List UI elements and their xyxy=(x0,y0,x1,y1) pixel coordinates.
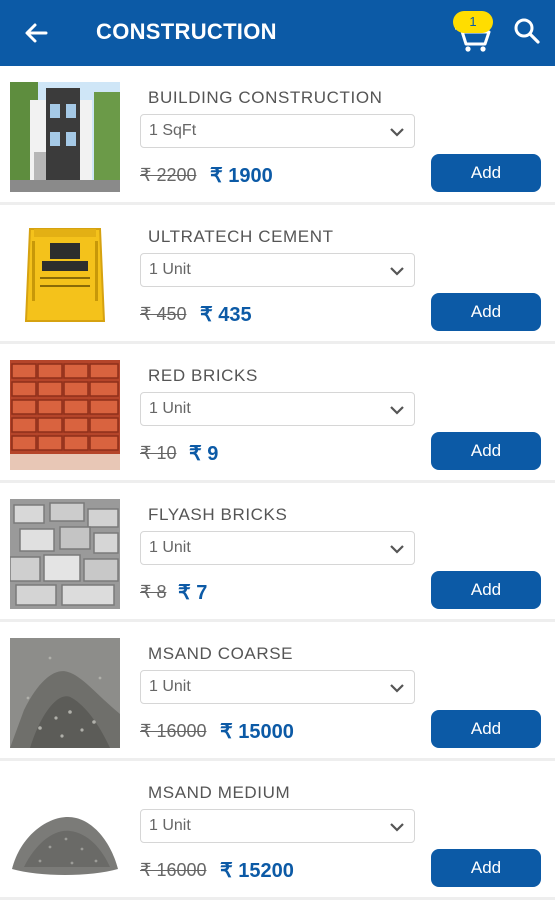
cart-count-badge[interactable]: 1 xyxy=(453,11,493,33)
unit-value: 1 Unit xyxy=(149,400,191,417)
msand-coarse-image xyxy=(10,638,120,748)
unit-value: 1 Unit xyxy=(149,678,191,695)
back-arrow-icon[interactable] xyxy=(20,17,52,49)
unit-value: 1 Unit xyxy=(149,539,191,556)
unit-value: 1 SqFt xyxy=(149,122,197,139)
unit-value: 1 Unit xyxy=(149,817,191,834)
original-price: ₹ 8 xyxy=(140,582,167,602)
app-bar: CONSTRUCTION 1 xyxy=(0,0,555,66)
original-price: ₹ 16000 xyxy=(140,860,207,880)
building-construction-image xyxy=(10,82,120,192)
discounted-price: ₹ 15200 xyxy=(220,860,294,882)
chevron-down-icon xyxy=(390,406,404,415)
chevron-down-icon xyxy=(390,545,404,554)
add-button[interactable]: Add xyxy=(431,154,541,192)
list-item: FLYASH BRICKS 1 Unit ₹ 8 ₹ 7 Add xyxy=(0,483,555,622)
search-icon[interactable] xyxy=(512,16,542,46)
product-name: MSAND COARSE xyxy=(148,644,294,663)
original-price: ₹ 450 xyxy=(140,304,187,324)
product-list: BUILDING CONSTRUCTION 1 SqFt ₹ 2200 ₹ 19… xyxy=(0,66,555,900)
red-bricks-image xyxy=(10,360,120,470)
unit-select[interactable]: 1 Unit xyxy=(140,253,415,287)
unit-select[interactable]: 1 Unit xyxy=(140,392,415,426)
list-item: BUILDING CONSTRUCTION 1 SqFt ₹ 2200 ₹ 19… xyxy=(0,66,555,205)
product-name: ULTRATECH CEMENT xyxy=(148,227,334,246)
msand-medium-image xyxy=(10,777,120,887)
chevron-down-icon xyxy=(390,684,404,693)
add-button[interactable]: Add xyxy=(431,293,541,331)
original-price: ₹ 16000 xyxy=(140,721,207,741)
unit-select[interactable]: 1 Unit xyxy=(140,670,415,704)
discounted-price: ₹ 15000 xyxy=(220,721,294,743)
original-price: ₹ 10 xyxy=(140,443,177,463)
list-item: MSAND MEDIUM 1 Unit ₹ 16000 ₹ 15200 Add xyxy=(0,761,555,900)
original-price: ₹ 2200 xyxy=(140,165,197,185)
chevron-down-icon xyxy=(390,823,404,832)
flyash-bricks-image xyxy=(10,499,120,609)
unit-value: 1 Unit xyxy=(149,261,191,278)
add-button[interactable]: Add xyxy=(431,710,541,748)
add-button[interactable]: Add xyxy=(431,849,541,887)
product-name: MSAND MEDIUM xyxy=(148,783,291,802)
list-item: ULTRATECH CEMENT 1 Unit ₹ 450 ₹ 435 Add xyxy=(0,205,555,344)
unit-select[interactable]: 1 Unit xyxy=(140,531,415,565)
chevron-down-icon xyxy=(390,128,404,137)
add-button[interactable]: Add xyxy=(431,571,541,609)
page-title: CONSTRUCTION xyxy=(96,19,277,44)
list-item: RED BRICKS 1 Unit ₹ 10 ₹ 9 Add xyxy=(0,344,555,483)
product-name: BUILDING CONSTRUCTION xyxy=(148,88,383,107)
add-button[interactable]: Add xyxy=(431,432,541,470)
discounted-price: ₹ 9 xyxy=(189,443,219,465)
list-item: MSAND COARSE 1 Unit ₹ 16000 ₹ 15000 Add xyxy=(0,622,555,761)
discounted-price: ₹ 1900 xyxy=(210,165,273,187)
discounted-price: ₹ 7 xyxy=(178,582,208,604)
product-name: FLYASH BRICKS xyxy=(148,505,288,524)
product-name: RED BRICKS xyxy=(148,366,258,385)
chevron-down-icon xyxy=(390,267,404,276)
unit-select[interactable]: 1 Unit xyxy=(140,809,415,843)
unit-select[interactable]: 1 SqFt xyxy=(140,114,415,148)
cement-bag-image xyxy=(10,221,120,331)
discounted-price: ₹ 435 xyxy=(200,304,252,326)
